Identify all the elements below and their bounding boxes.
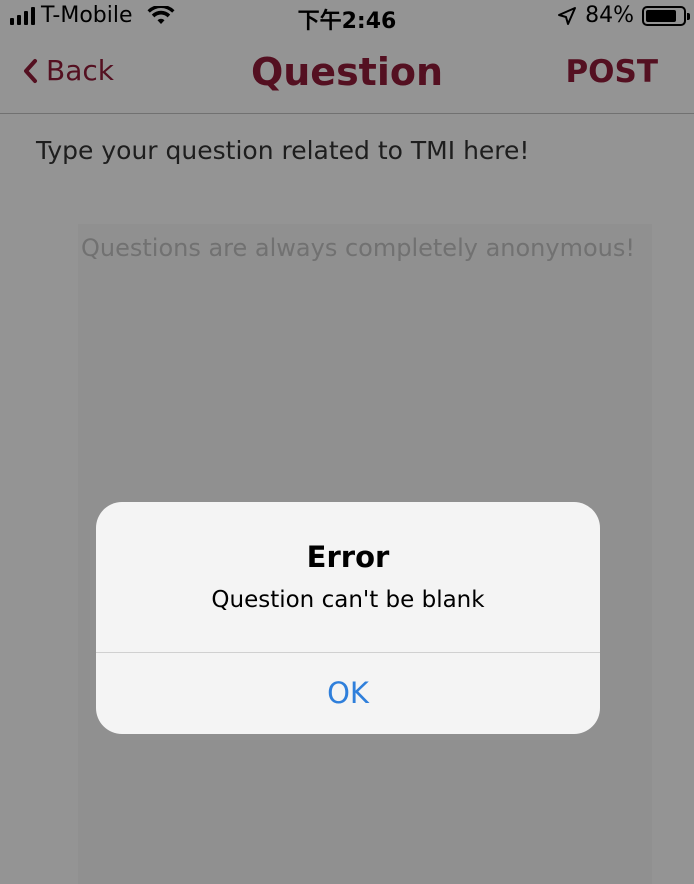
ok-button[interactable]: OK <box>96 653 600 734</box>
alert-message: Question can't be blank <box>211 587 485 613</box>
error-alert: Error Question can't be blank OK <box>96 502 600 734</box>
modal-backdrop <box>0 0 694 884</box>
alert-title: Error <box>306 540 390 574</box>
